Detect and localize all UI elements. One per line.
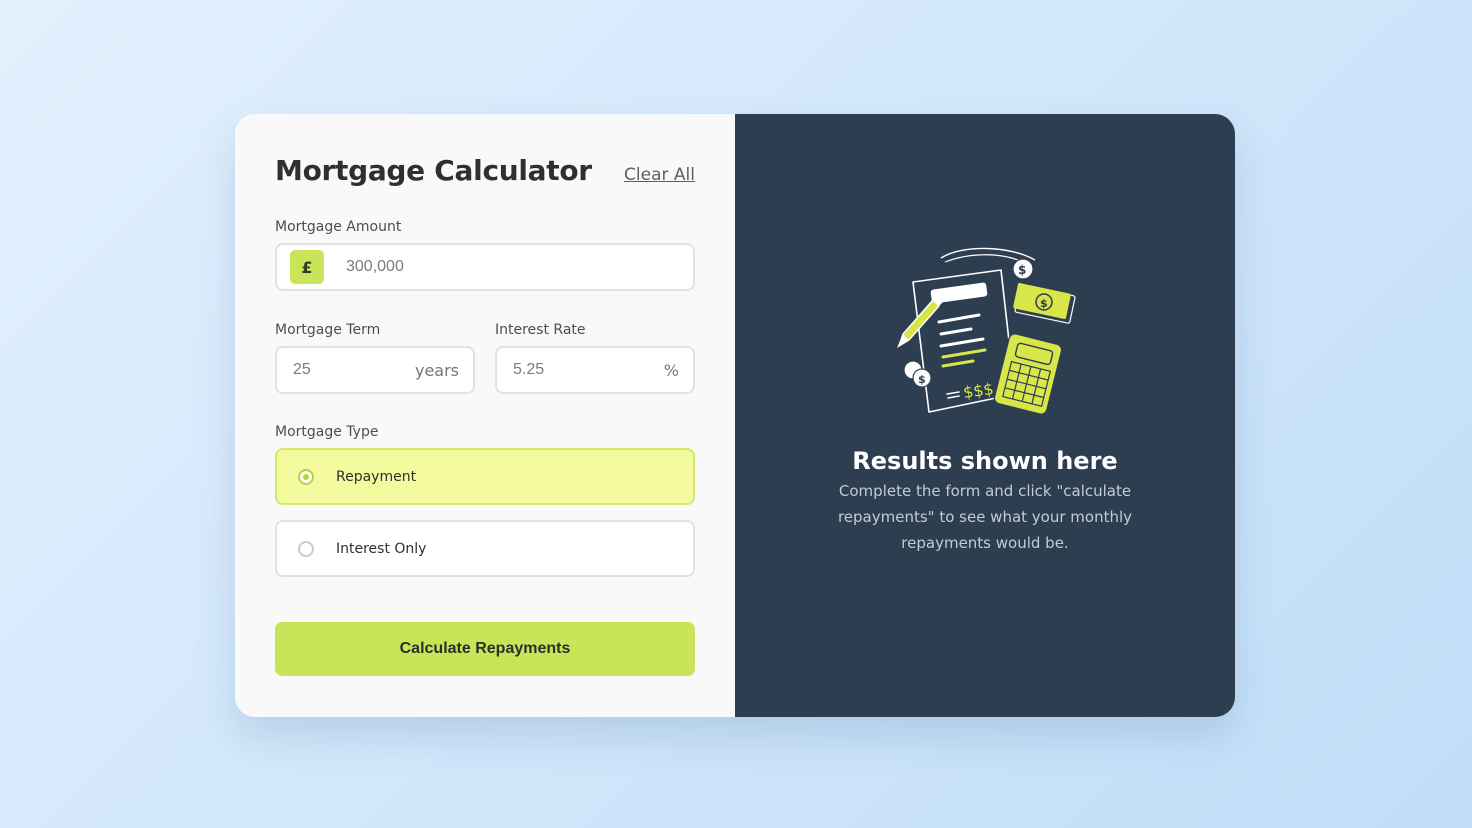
results-panel: $$$ $ $ $ Results shown here Complete th…: [735, 114, 1235, 717]
currency-prefix: £: [290, 250, 324, 284]
radio-option-repayment[interactable]: Repayment: [275, 448, 695, 505]
mortgage-term-field[interactable]: 25 years: [275, 346, 475, 394]
radio-button-selected[interactable]: [298, 468, 314, 485]
results-title: Results shown here: [852, 447, 1118, 475]
radio-option-interest-only[interactable]: Interest Only: [275, 520, 695, 577]
form-panel: Mortgage Calculator Clear All Mortgage A…: [235, 114, 735, 717]
mortgage-amount-input[interactable]: 300,000: [346, 258, 404, 276]
mortgage-type-label: Mortgage Type: [275, 424, 379, 440]
radio-button-unselected[interactable]: [298, 540, 314, 557]
mortgage-term-label: Mortgage Term: [275, 322, 381, 338]
form-header: Mortgage Calculator Clear All: [275, 154, 695, 187]
percent-suffix: %: [663, 360, 679, 380]
calculator-document-icon: $$$ $ $ $: [897, 247, 1076, 415]
mortgage-card: Mortgage Calculator Clear All Mortgage A…: [235, 114, 1235, 717]
svg-text:$: $: [1018, 263, 1026, 277]
calculate-repayments-button[interactable]: Calculate Repayments: [275, 622, 695, 676]
mortgage-amount-field[interactable]: £ 300,000: [275, 243, 695, 291]
interest-rate-field[interactable]: 5.25 %: [495, 346, 695, 394]
results-description: Complete the form and click "calculate r…: [837, 482, 1133, 552]
svg-text:$: $: [918, 373, 926, 386]
radio-label-repayment: Repayment: [336, 468, 417, 485]
mortgage-term-input[interactable]: 25: [293, 361, 311, 379]
interest-rate-input[interactable]: 5.25: [513, 361, 544, 379]
clear-all-link[interactable]: Clear All: [624, 165, 695, 185]
interest-rate-label: Interest Rate: [495, 322, 586, 338]
svg-text:$: $: [1040, 297, 1048, 310]
radio-label-interest-only: Interest Only: [336, 540, 427, 557]
page-title: Mortgage Calculator: [275, 154, 592, 187]
years-suffix: years: [414, 360, 459, 380]
mortgage-amount-label: Mortgage Amount: [275, 219, 402, 235]
